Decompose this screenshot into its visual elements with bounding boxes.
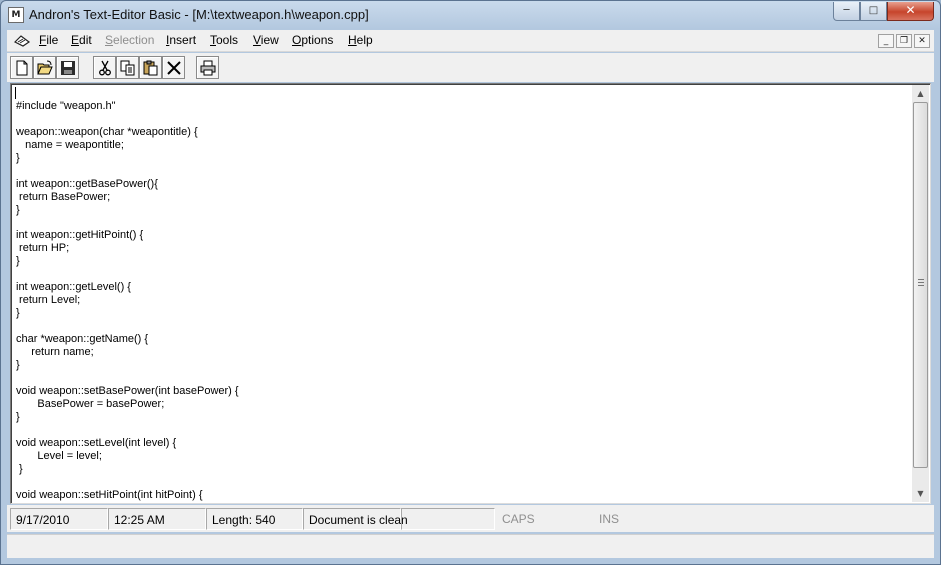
status-date: 9/17/2010	[10, 508, 108, 530]
status-time: 12:25 AM	[108, 508, 206, 530]
restore-icon: ❐	[899, 36, 909, 46]
menu-tools[interactable]: Tools	[210, 33, 238, 47]
copy-icon	[120, 60, 135, 76]
menu-insert[interactable]: Insert	[166, 33, 196, 47]
cut-scissors-icon	[99, 60, 111, 76]
menu-file[interactable]: File	[39, 33, 58, 47]
menu-edit[interactable]: Edit	[71, 33, 92, 47]
scroll-down-button[interactable]: ▼	[912, 485, 929, 502]
status-bar: 9/17/2010 12:25 AM Length: 540 Document …	[7, 505, 934, 532]
status-caps: CAPS	[502, 512, 535, 526]
vertical-scrollbar[interactable]: ▲ ▼	[912, 85, 929, 502]
mdi-minimize-button[interactable]: _	[878, 34, 894, 48]
maximize-button[interactable]: □	[860, 2, 887, 21]
toolbar	[7, 53, 934, 82]
menu-selection[interactable]: Selection	[105, 33, 154, 47]
copy-button[interactable]	[116, 56, 139, 79]
grip-icon	[918, 279, 924, 286]
arrow-up-icon: ▲	[917, 89, 924, 98]
paste-button[interactable]	[139, 56, 162, 79]
scroll-up-button[interactable]: ▲	[912, 85, 929, 102]
text-editor-area[interactable]: #include "weapon.h" weapon::weapon(char …	[10, 83, 931, 504]
window-title: Andron's Text-Editor Basic - [M:\textwea…	[29, 7, 369, 22]
new-document-icon	[16, 60, 28, 76]
print-button[interactable]	[196, 56, 219, 79]
cut-button[interactable]	[93, 56, 116, 79]
delete-button[interactable]	[162, 56, 185, 79]
close-icon: ✕	[918, 36, 926, 46]
save-disk-icon	[61, 61, 75, 75]
bottom-bar	[7, 534, 934, 558]
minimize-icon: ─	[843, 5, 850, 16]
close-button[interactable]: ✕	[887, 2, 934, 21]
app-window: M Andron's Text-Editor Basic - [M:\textw…	[0, 0, 941, 565]
mdi-restore-button[interactable]: ❐	[896, 34, 912, 48]
minimize-button[interactable]: ─	[833, 2, 860, 21]
menu-options[interactable]: Options	[292, 33, 333, 47]
new-document-button[interactable]	[10, 56, 33, 79]
save-button[interactable]	[56, 56, 79, 79]
status-length: Length: 540	[206, 508, 303, 530]
open-folder-icon	[37, 60, 53, 75]
close-icon: ✕	[905, 3, 916, 17]
editor-text[interactable]: #include "weapon.h" weapon::weapon(char …	[16, 87, 914, 501]
scroll-thumb[interactable]	[913, 102, 928, 468]
delete-x-icon	[167, 61, 181, 75]
menu-help[interactable]: Help	[348, 33, 373, 47]
menu-view[interactable]: View	[253, 33, 279, 47]
document-logo-icon[interactable]	[13, 33, 31, 49]
arrow-down-icon: ▼	[917, 489, 924, 498]
status-ins: INS	[599, 512, 620, 526]
title-bar[interactable]: M Andron's Text-Editor Basic - [M:\textw…	[1, 1, 940, 29]
paste-icon	[143, 60, 158, 76]
app-document-icon[interactable]: M	[8, 7, 24, 23]
status-document-state: Document is clean	[303, 508, 408, 530]
menu-bar: File Edit Selection Insert Tools View Op…	[7, 30, 934, 52]
mdi-close-button[interactable]: ✕	[914, 34, 930, 48]
open-button[interactable]	[33, 56, 56, 79]
minimize-icon: _	[883, 36, 889, 46]
print-icon	[200, 60, 216, 76]
maximize-icon: □	[868, 5, 879, 16]
status-extra	[401, 508, 495, 530]
